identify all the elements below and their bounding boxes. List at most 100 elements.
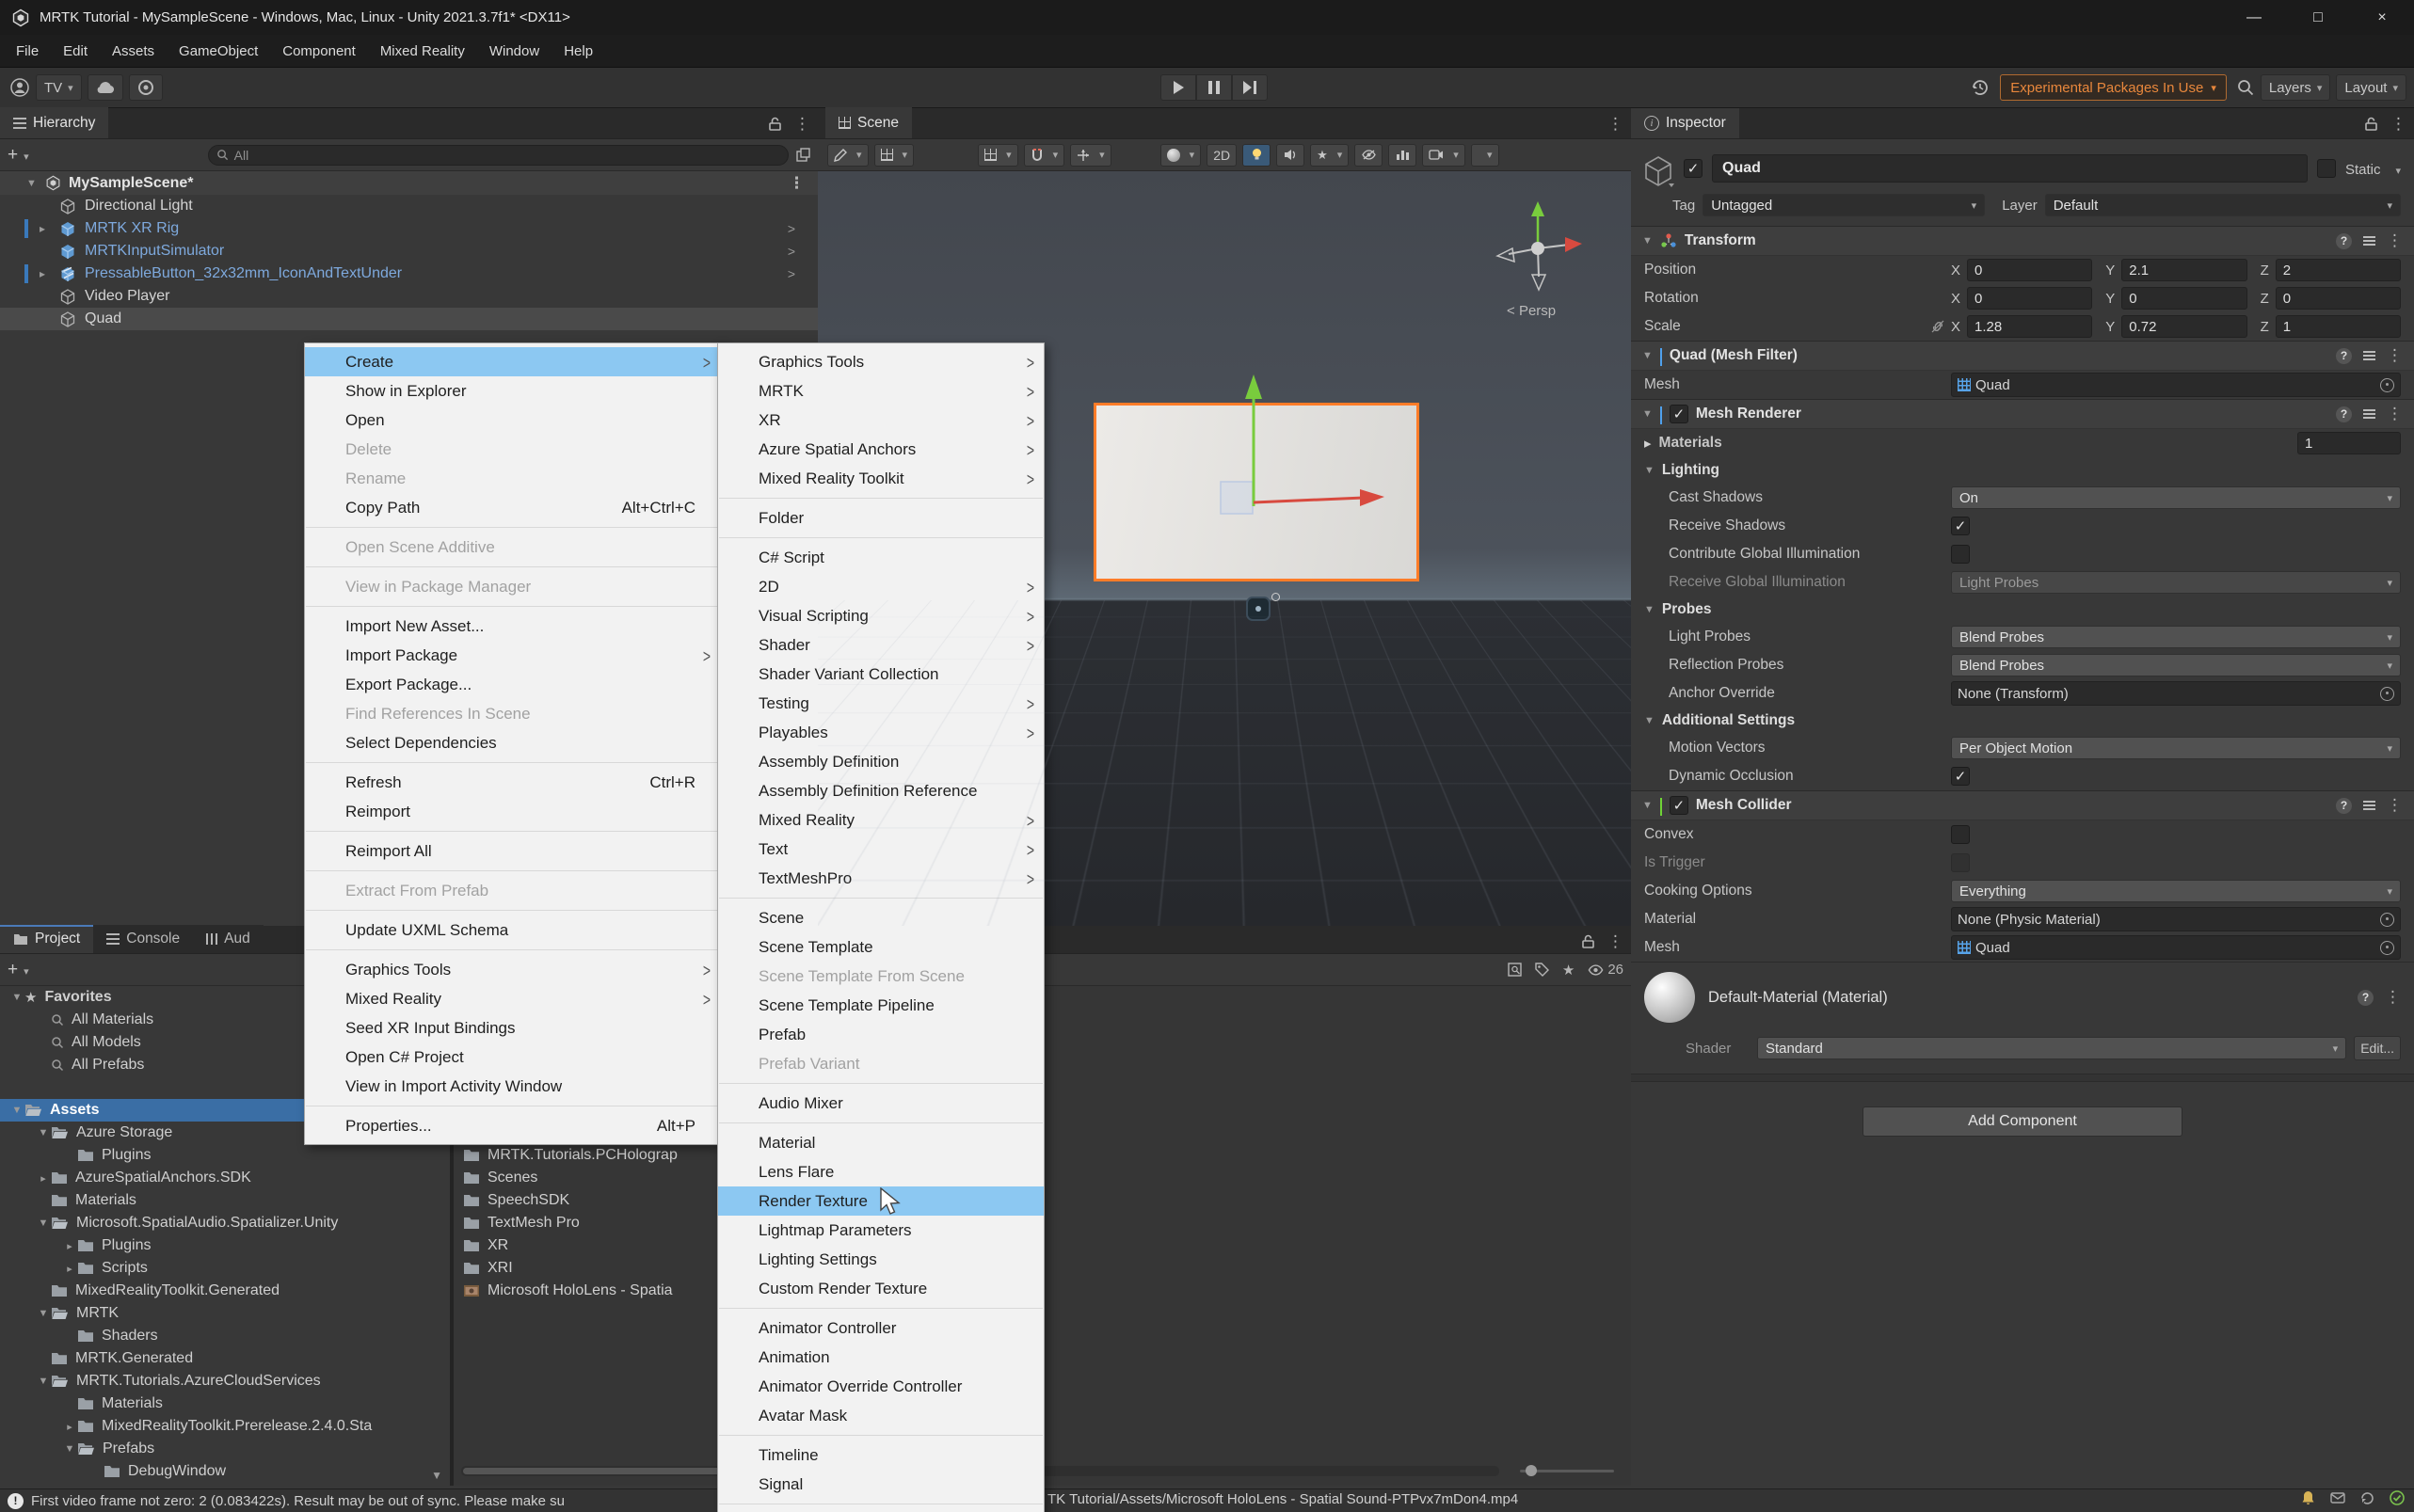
- active-checkbox[interactable]: ✓: [1684, 159, 1703, 178]
- scene-header-row[interactable]: ▼ MySampleScene* ⋮: [0, 171, 818, 195]
- context-menu-item-mixed-reality[interactable]: Mixed Reality>: [305, 984, 720, 1013]
- orientation-gizmo[interactable]: [1486, 190, 1590, 303]
- create-submenu-item-assembly-definition-reference[interactable]: Assembly Definition Reference: [718, 776, 1044, 805]
- folder-shaders[interactable]: Shaders: [0, 1325, 450, 1347]
- fold-open-icon[interactable]: ▼: [36, 1376, 51, 1387]
- create-submenu-item-visual-scripting[interactable]: Visual Scripting>: [718, 601, 1044, 630]
- folder-debugwindow[interactable]: DebugWindow: [0, 1460, 450, 1483]
- folder-plugins[interactable]: ▸Plugins: [0, 1234, 450, 1257]
- kebab-menu-icon[interactable]: ⋮: [2385, 988, 2401, 1007]
- kebab-menu-icon[interactable]: ⋮: [2387, 346, 2403, 365]
- context-menu-item-extract-from-prefab[interactable]: Extract From Prefab: [305, 876, 720, 905]
- help-icon[interactable]: ?: [2336, 348, 2352, 364]
- create-submenu-item-signal[interactable]: Signal: [718, 1470, 1044, 1499]
- folder-materials[interactable]: Materials: [0, 1189, 450, 1212]
- gameobject-cube-icon[interactable]: [1642, 154, 1674, 188]
- context-menu-item-delete[interactable]: Delete: [305, 435, 720, 464]
- context-menu-item-open-scene-additive[interactable]: Open Scene Additive: [305, 533, 720, 562]
- transform-rotation-y-field[interactable]: 0: [2121, 287, 2246, 310]
- layers-dropdown[interactable]: Layers▾: [2261, 74, 2331, 101]
- account-dropdown[interactable]: TV▾: [36, 74, 82, 101]
- object-picker-icon[interactable]: [2380, 941, 2394, 955]
- static-checkbox[interactable]: [2317, 159, 2336, 178]
- help-icon[interactable]: ?: [2336, 233, 2352, 249]
- dropdown-light-probes[interactable]: Blend Probes▾: [1951, 626, 2401, 648]
- fold-open-icon[interactable]: ▼: [1644, 465, 1655, 476]
- object-field-mesh[interactable]: Quad: [1951, 935, 2401, 960]
- icon-size-slider[interactable]: [1520, 1470, 1614, 1472]
- context-menu-item-open[interactable]: Open: [305, 406, 720, 435]
- pick-toggle-icon[interactable]: [796, 148, 810, 162]
- checkbox-dynamic-occlusion[interactable]: ✓: [1951, 767, 1970, 786]
- component-header-transform[interactable]: ▼Transform?⋮: [1631, 226, 2414, 256]
- presets-icon[interactable]: [2363, 351, 2375, 360]
- menubar-item-gameobject[interactable]: GameObject: [167, 35, 270, 67]
- kebab-menu-icon[interactable]: ⋮: [1607, 115, 1623, 134]
- folder-mixedrealitytoolkit-generated[interactable]: MixedRealityToolkit.Generated: [0, 1280, 450, 1302]
- help-icon[interactable]: ?: [2336, 406, 2352, 422]
- prefab-open-chevron-icon[interactable]: >: [788, 244, 795, 259]
- tab-audio-mixer[interactable]: Aud: [193, 925, 264, 953]
- context-menu-item-view-in-import-activity-window[interactable]: View in Import Activity Window: [305, 1072, 720, 1101]
- component-enabled-checkbox[interactable]: ✓: [1670, 796, 1688, 815]
- context-menu-item-import-new-asset[interactable]: Import New Asset...: [305, 612, 720, 641]
- fold-open-icon[interactable]: ▼: [9, 1105, 24, 1116]
- folder-mrtk-generated[interactable]: MRTK.Generated: [0, 1347, 450, 1370]
- tab-hierarchy[interactable]: Hierarchy: [0, 107, 108, 138]
- context-menu-item-update-uxml-schema[interactable]: Update UXML Schema: [305, 915, 720, 945]
- fold-open-icon[interactable]: ▼: [36, 1308, 51, 1319]
- kebab-menu-icon[interactable]: ⋮: [2387, 796, 2403, 815]
- create-submenu-item-textmeshpro[interactable]: TextMeshPro>: [718, 864, 1044, 893]
- create-submenu-item-graphics-tools[interactable]: Graphics Tools>: [718, 347, 1044, 376]
- metrics-toggle[interactable]: [1388, 144, 1416, 167]
- create-submenu-item-text[interactable]: Text>: [718, 835, 1044, 864]
- scroll-down-arrow[interactable]: ▼: [431, 1469, 442, 1482]
- menubar-item-window[interactable]: Window: [477, 35, 552, 67]
- kebab-menu-icon[interactable]: ⋮: [1607, 932, 1623, 951]
- fold-open-icon[interactable]: ▼: [36, 1218, 51, 1229]
- close-button[interactable]: ×: [2350, 0, 2414, 35]
- context-menu-item-import-package[interactable]: Import Package>: [305, 641, 720, 670]
- presets-icon[interactable]: [2363, 236, 2375, 246]
- lock-icon[interactable]: [769, 117, 781, 131]
- object-field-material[interactable]: None (Physic Material): [1951, 907, 2401, 931]
- context-menu-item-reimport[interactable]: Reimport: [305, 797, 720, 826]
- presets-icon[interactable]: [2363, 801, 2375, 810]
- gizmos-dropdown[interactable]: ▾: [1471, 144, 1499, 167]
- checkbox-contribute-global-illumination[interactable]: [1951, 545, 1970, 564]
- context-menu-item-copy-path[interactable]: Copy PathAlt+Ctrl+C: [305, 493, 720, 522]
- tab-scene[interactable]: Scene: [825, 107, 912, 138]
- group-title-lighting[interactable]: ▼Lighting: [1631, 457, 2414, 484]
- create-submenu-item-mrtk[interactable]: MRTK>: [718, 376, 1044, 406]
- fold-open-icon[interactable]: ▼: [1644, 604, 1655, 615]
- dropdown-motion-vectors[interactable]: Per Object Motion▾: [1951, 737, 2401, 759]
- transform-rotation-z-field[interactable]: 0: [2276, 287, 2401, 310]
- create-submenu-item-lens-flare[interactable]: Lens Flare: [718, 1157, 1044, 1186]
- add-component-button[interactable]: Add Component: [1862, 1106, 2182, 1137]
- lock-icon[interactable]: [1582, 934, 1594, 948]
- folder-scripts[interactable]: ▸Scripts: [0, 1257, 450, 1280]
- context-menu-item-refresh[interactable]: RefreshCtrl+R: [305, 768, 720, 797]
- checkbox-convex[interactable]: [1951, 825, 1970, 844]
- hidden-packages-eye-icon[interactable]: 26: [1588, 962, 1623, 978]
- search-by-label-icon[interactable]: [1535, 963, 1549, 977]
- folder-prefabs[interactable]: ▼Prefabs: [0, 1438, 450, 1460]
- fold-open-icon[interactable]: ▼: [1642, 800, 1653, 811]
- context-menu-item-properties[interactable]: Properties...Alt+P: [305, 1111, 720, 1140]
- object-picker-icon[interactable]: [2380, 687, 2394, 701]
- object-field-mesh[interactable]: Quad: [1951, 373, 2401, 397]
- snap-increment-dropdown[interactable]: ▾: [1070, 144, 1111, 167]
- add-object-button[interactable]: +▾: [8, 145, 29, 166]
- fold-open-icon[interactable]: ▼: [9, 992, 24, 1003]
- transform-rotation-x-field[interactable]: 0: [1967, 287, 2092, 310]
- fold-open-icon[interactable]: ▼: [1644, 715, 1655, 726]
- component-header-mesh-renderer[interactable]: ▼✓Mesh Renderer?⋮: [1631, 399, 2414, 429]
- object-picker-icon[interactable]: [2380, 913, 2394, 927]
- create-submenu-item-prefab-variant[interactable]: Prefab Variant: [718, 1049, 1044, 1078]
- create-submenu-item-scene-template[interactable]: Scene Template: [718, 932, 1044, 962]
- menubar-item-help[interactable]: Help: [552, 35, 605, 67]
- layer-dropdown[interactable]: Default▾: [2045, 194, 2401, 216]
- create-submenu-item-scene-template-pipeline[interactable]: Scene Template Pipeline: [718, 991, 1044, 1020]
- search-icon[interactable]: [2236, 78, 2255, 97]
- menubar-item-file[interactable]: File: [4, 35, 51, 67]
